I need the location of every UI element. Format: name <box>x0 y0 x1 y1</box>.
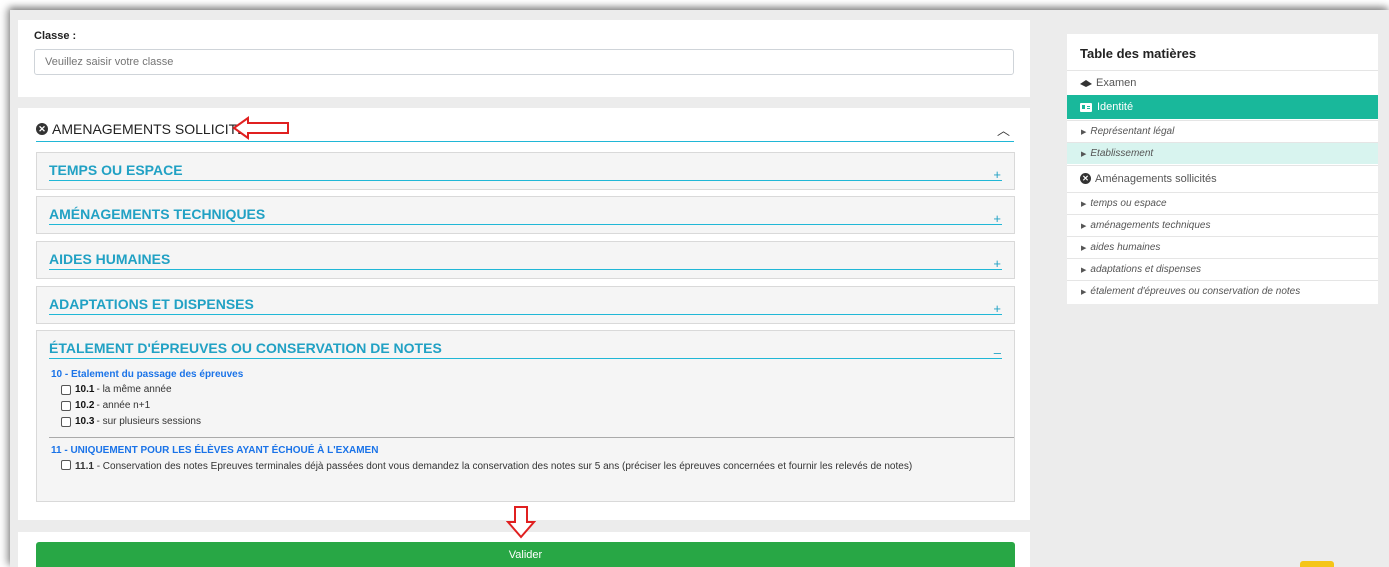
caret-right-icon: ▶ <box>1081 222 1087 230</box>
section-title: AMÉNAGEMENTS TECHNIQUES <box>49 206 266 222</box>
section-title: ADAPTATIONS ET DISPENSES <box>49 296 254 312</box>
amenagements-card: ✕ AMENAGEMENTS SOLLICITES ︿ TEMPS OU ESP… <box>18 108 1030 520</box>
expand-icon[interactable]: + <box>993 256 1001 271</box>
toc-item-aides-humaines[interactable]: ▶ aides humaines <box>1067 236 1378 258</box>
collapse-icon[interactable]: – <box>994 345 1001 360</box>
section-divider <box>49 180 1002 181</box>
amenagements-header[interactable]: ✕ AMENAGEMENTS SOLLICITES ︿ <box>36 118 1014 142</box>
toc-item-representant-legal[interactable]: ▶ Représentant légal <box>1067 120 1378 142</box>
option-10-3[interactable]: 10.3 - sur plusieurs sessions <box>61 416 201 427</box>
caret-right-icon: ▶ <box>1081 244 1087 252</box>
checkbox[interactable] <box>61 460 71 470</box>
expand-icon[interactable]: + <box>993 167 1001 182</box>
classe-label: Classe : <box>34 30 77 42</box>
caret-right-icon: ▶ <box>1081 150 1087 158</box>
caret-right-icon: ▶ <box>1081 128 1087 136</box>
toc-item-temps-espace[interactable]: ▶ temps ou espace <box>1067 192 1378 214</box>
caret-right-icon: ▶ <box>1081 266 1087 274</box>
feedback-tab[interactable] <box>1300 561 1334 567</box>
toc-title: Table des matières <box>1080 46 1197 61</box>
section-aides-humaines[interactable]: AIDES HUMAINES + <box>36 241 1015 279</box>
expand-icon[interactable]: + <box>993 211 1001 226</box>
section-etalement: ÉTALEMENT D'ÉPREUVES OU CONSERVATION DE … <box>36 330 1015 502</box>
graduation-cap-icon <box>1080 79 1092 87</box>
annotation-arrow-left-icon <box>232 116 289 140</box>
section-adaptations-dispenses[interactable]: ADAPTATIONS ET DISPENSES + <box>36 286 1015 324</box>
section-title[interactable]: ÉTALEMENT D'ÉPREUVES OU CONSERVATION DE … <box>49 340 442 356</box>
caret-right-icon: ▶ <box>1081 200 1087 208</box>
section-divider <box>49 358 1002 359</box>
option-10-1[interactable]: 10.1 - la même année <box>61 384 172 395</box>
section-divider <box>49 224 1002 225</box>
section-divider <box>49 269 1002 270</box>
section-title: TEMPS OU ESPACE <box>49 162 183 178</box>
caret-right-icon: ▶ <box>1081 288 1087 296</box>
toc-item-amenagements[interactable]: ✕ Aménagements sollicités <box>1067 165 1378 191</box>
option-10-2[interactable]: 10.2 - année n+1 <box>61 400 150 411</box>
circle-x-icon: ✕ <box>36 123 48 135</box>
divider <box>49 437 1014 438</box>
toc-item-etalement[interactable]: ▶ étalement d'épreuves ou conservation d… <box>1067 280 1378 302</box>
toc-item-etablissement[interactable]: ▶ Etablissement <box>1067 142 1378 164</box>
toc-item-adaptations-dispenses[interactable]: ▶ adaptations et dispenses <box>1067 258 1378 280</box>
group-10-title: 10 - Etalement du passage des épreuves <box>51 369 244 380</box>
option-11-1[interactable]: 11.1 - Conservation des notes Epreuves t… <box>61 459 1011 475</box>
amenagements-title: AMENAGEMENTS SOLLICITES <box>52 121 256 137</box>
circle-x-icon: ✕ <box>1080 173 1091 184</box>
section-title: AIDES HUMAINES <box>49 251 171 267</box>
chevron-up-icon[interactable]: ︿ <box>997 120 1010 139</box>
checkbox[interactable] <box>61 400 71 411</box>
annotation-arrow-down-icon <box>506 506 536 539</box>
section-amenagements-techniques[interactable]: AMÉNAGEMENTS TECHNIQUES + <box>36 196 1015 234</box>
valider-button[interactable]: Valider <box>36 542 1015 567</box>
group-11-title: 11 - UNIQUEMENT POUR LES ÉLÈVES AYANT ÉC… <box>51 445 379 456</box>
section-divider <box>49 314 1002 315</box>
section-temps-espace[interactable]: TEMPS OU ESPACE + <box>36 152 1015 190</box>
table-of-contents: Table des matières Examen Identité ▶ Rep… <box>1067 34 1378 304</box>
checkbox[interactable] <box>61 384 71 395</box>
id-card-icon <box>1080 102 1092 112</box>
toc-item-examen[interactable]: Examen <box>1067 70 1378 94</box>
expand-icon[interactable]: + <box>993 301 1001 316</box>
classe-input[interactable] <box>34 49 1014 75</box>
toc-item-amenagements-techniques[interactable]: ▶ aménagements techniques <box>1067 214 1378 236</box>
classe-card: Classe : <box>18 20 1030 97</box>
checkbox[interactable] <box>61 416 71 427</box>
toc-item-identite[interactable]: Identité <box>1067 95 1378 119</box>
